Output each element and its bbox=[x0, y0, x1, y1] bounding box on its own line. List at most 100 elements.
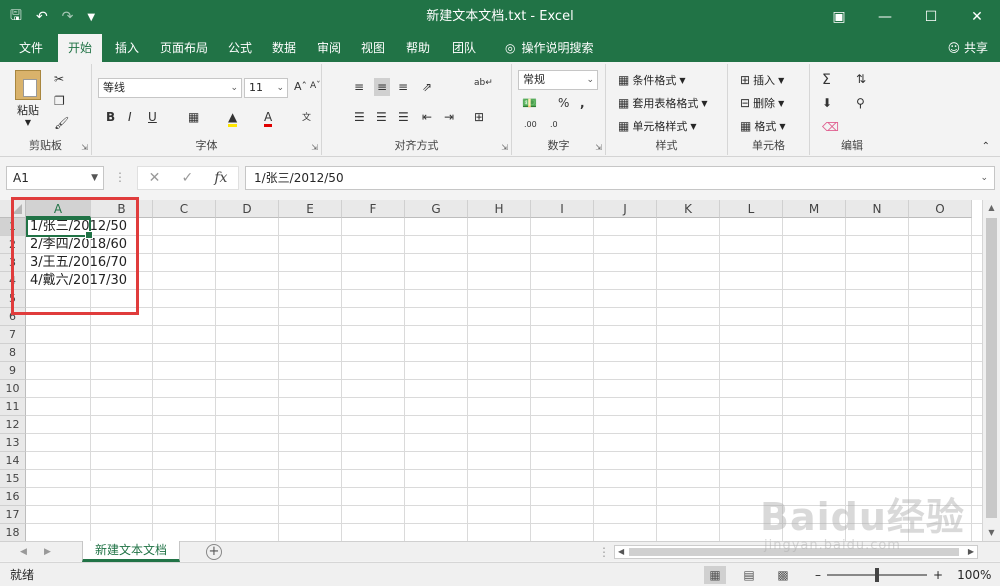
row-header[interactable]: 16 bbox=[0, 488, 26, 506]
add-sheet-icon[interactable]: + bbox=[206, 544, 222, 560]
row-header[interactable]: 11 bbox=[0, 398, 26, 416]
maximize-icon[interactable]: ☐ bbox=[908, 0, 954, 34]
row-header[interactable]: 13 bbox=[0, 434, 26, 452]
align-right-icon[interactable]: ☰ bbox=[398, 110, 409, 124]
find-select-icon[interactable]: ⚲ bbox=[856, 96, 865, 110]
sort-filter-icon[interactable]: ⇅ bbox=[856, 72, 866, 86]
zoom-level[interactable]: 100% bbox=[957, 568, 991, 582]
undo-icon[interactable]: ↶ bbox=[36, 9, 48, 25]
column-header[interactable]: C bbox=[153, 200, 216, 218]
accounting-format-icon[interactable]: 💵 bbox=[522, 96, 537, 110]
row-header[interactable]: 10 bbox=[0, 380, 26, 398]
column-header[interactable]: K bbox=[657, 200, 720, 218]
sheet-tab[interactable]: 新建文本文档 bbox=[82, 541, 180, 562]
tab-home[interactable]: 开始 bbox=[58, 34, 102, 62]
borders-icon[interactable]: ▦ bbox=[188, 110, 199, 124]
row-header[interactable]: 15 bbox=[0, 470, 26, 488]
zoom-out-icon[interactable]: – bbox=[815, 568, 821, 582]
format-as-table-button[interactable]: ▦ 套用表格格式 ▼ bbox=[618, 95, 708, 111]
top-align-icon[interactable]: ≡ bbox=[354, 80, 364, 94]
vertical-scroll-thumb[interactable] bbox=[986, 218, 997, 518]
enter-icon[interactable]: ✓ bbox=[181, 170, 193, 186]
minimize-icon[interactable]: — bbox=[862, 0, 908, 34]
column-header[interactable]: E bbox=[279, 200, 342, 218]
tab-insert[interactable]: 插入 bbox=[106, 34, 148, 62]
cut-icon[interactable]: ✂ bbox=[54, 72, 64, 86]
scroll-left-icon[interactable]: ◀ bbox=[618, 545, 624, 559]
column-header[interactable]: M bbox=[783, 200, 846, 218]
number-launcher-icon[interactable]: ⇲ bbox=[595, 143, 602, 152]
conditional-formatting-button[interactable]: ▦ 条件格式 ▼ bbox=[618, 72, 686, 88]
column-header[interactable]: F bbox=[342, 200, 405, 218]
normal-view-icon[interactable]: ▦ bbox=[704, 566, 726, 584]
align-center-icon[interactable]: ☰ bbox=[376, 110, 387, 124]
column-header[interactable]: I bbox=[531, 200, 594, 218]
row-header[interactable]: 14 bbox=[0, 452, 26, 470]
bold-icon[interactable]: B bbox=[106, 110, 115, 124]
percent-icon[interactable]: % bbox=[558, 96, 569, 110]
font-name-dropdown[interactable]: 等线 ⌄ bbox=[98, 78, 242, 98]
column-header[interactable]: O bbox=[909, 200, 972, 218]
copy-icon[interactable]: ❐ bbox=[54, 94, 65, 108]
increase-font-icon[interactable]: Aˆ bbox=[294, 80, 307, 93]
tab-review[interactable]: 审阅 bbox=[308, 34, 350, 62]
middle-align-icon[interactable]: ≡ bbox=[374, 78, 391, 96]
row-header[interactable]: 7 bbox=[0, 326, 26, 344]
tab-view[interactable]: 视图 bbox=[352, 34, 394, 62]
zoom-slider[interactable] bbox=[827, 568, 927, 582]
column-header[interactable]: L bbox=[720, 200, 783, 218]
tab-file[interactable]: 文件 bbox=[10, 34, 52, 62]
prev-sheet-icon[interactable]: ◀ bbox=[20, 542, 27, 562]
format-painter-icon[interactable]: 🖌 bbox=[54, 116, 69, 130]
clipboard-launcher-icon[interactable]: ⇲ bbox=[81, 143, 88, 152]
tab-help[interactable]: 帮助 bbox=[397, 34, 439, 62]
clear-icon[interactable]: ⌫ bbox=[822, 120, 839, 134]
redo-icon[interactable]: ↷ bbox=[62, 9, 74, 25]
align-left-icon[interactable]: ☰ bbox=[354, 110, 365, 124]
autosum-icon[interactable]: Σ bbox=[822, 72, 831, 88]
tab-data[interactable]: 数据 bbox=[263, 34, 305, 62]
paste-button[interactable]: 粘贴 ▼ bbox=[10, 70, 46, 127]
row-header[interactable]: 12 bbox=[0, 416, 26, 434]
row-header[interactable]: 8 bbox=[0, 344, 26, 362]
share-button[interactable]: ☺ 共享 bbox=[948, 34, 988, 62]
wrap-text-icon[interactable]: ab↵ bbox=[474, 78, 493, 88]
drag-handle-icon[interactable]: ⋮ bbox=[114, 170, 126, 184]
insert-function-icon[interactable]: fx bbox=[214, 170, 227, 186]
column-header[interactable]: H bbox=[468, 200, 531, 218]
column-header[interactable]: N bbox=[846, 200, 909, 218]
save-icon[interactable]: 🖫 bbox=[10, 5, 22, 29]
decrease-indent-icon[interactable]: ⇤ bbox=[422, 110, 432, 124]
font-color-icon[interactable]: A bbox=[264, 110, 273, 127]
bottom-align-icon[interactable]: ≡ bbox=[398, 80, 408, 94]
underline-icon[interactable]: U bbox=[148, 110, 157, 124]
font-size-dropdown[interactable]: 11 ⌄ bbox=[244, 78, 288, 98]
format-cells-button[interactable]: ▦ 格式 ▼ bbox=[740, 118, 786, 134]
row-header[interactable]: 17 bbox=[0, 506, 26, 524]
next-sheet-icon[interactable]: ▶ bbox=[44, 542, 51, 562]
merge-center-icon[interactable]: ⊞ bbox=[474, 110, 484, 124]
row-header[interactable]: 18 bbox=[0, 524, 26, 541]
decrease-decimal-icon[interactable]: .0 bbox=[550, 120, 558, 129]
zoom-in-icon[interactable]: + bbox=[933, 568, 943, 582]
customize-toolbar-icon[interactable]: ▼ bbox=[87, 12, 95, 23]
close-icon[interactable]: ✕ bbox=[954, 0, 1000, 34]
column-header[interactable]: D bbox=[216, 200, 279, 218]
number-format-dropdown[interactable]: 常规 ⌄ bbox=[518, 70, 598, 90]
fill-icon[interactable]: ⬇ bbox=[822, 96, 832, 110]
italic-icon[interactable]: I bbox=[128, 110, 132, 124]
page-break-view-icon[interactable]: ▩ bbox=[772, 566, 794, 584]
phonetic-guide-icon[interactable]: 文 bbox=[302, 110, 311, 123]
name-box[interactable]: A1 ▼ bbox=[6, 166, 104, 190]
comma-style-icon[interactable]: , bbox=[580, 96, 585, 110]
page-layout-view-icon[interactable]: ▤ bbox=[738, 566, 760, 584]
font-launcher-icon[interactable]: ⇲ bbox=[311, 143, 318, 152]
collapse-ribbon-icon[interactable]: ⌃ bbox=[982, 141, 990, 152]
formula-input[interactable]: 1/张三/2012/50 ⌄ bbox=[245, 166, 995, 190]
increase-decimal-icon[interactable]: .00 bbox=[524, 120, 537, 129]
orientation-icon[interactable]: ⇗ bbox=[422, 80, 432, 94]
column-header[interactable]: J bbox=[594, 200, 657, 218]
scroll-up-icon[interactable]: ▲ bbox=[983, 200, 1000, 216]
tab-page-layout[interactable]: 页面布局 bbox=[151, 34, 217, 62]
row-header[interactable]: 9 bbox=[0, 362, 26, 380]
